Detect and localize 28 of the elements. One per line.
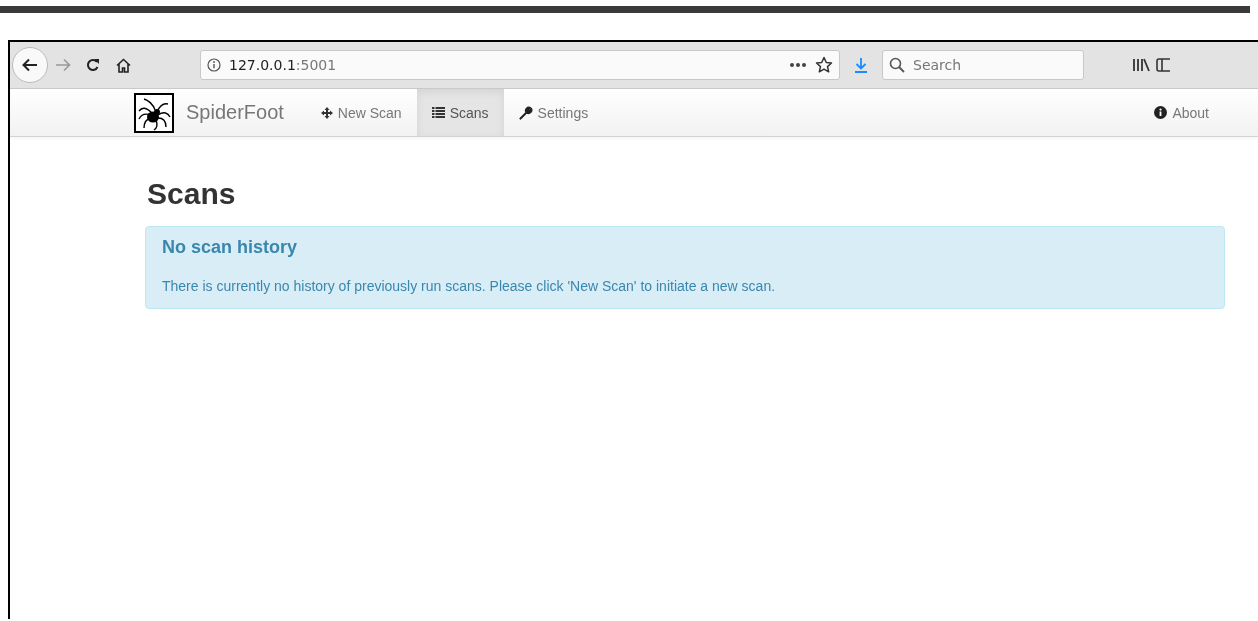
list-icon (431, 107, 445, 118)
brand-name[interactable]: SpiderFoot (186, 101, 284, 124)
nav-tab[interactable]: New Scan (305, 89, 417, 136)
library-icon[interactable] (1132, 58, 1150, 72)
sidebar-icon[interactable] (1156, 58, 1170, 72)
back-icon (22, 58, 38, 72)
alert-heading: No scan history (162, 237, 299, 258)
home-icon[interactable] (115, 57, 131, 73)
star-icon[interactable] (815, 56, 833, 74)
back-button[interactable] (12, 47, 48, 83)
alert-message: There is currently no history of previously run scans. Please click 'New Scan' to initiate a new scan. (162, 278, 777, 294)
url-port: :5001 (295, 57, 337, 73)
more-icon[interactable] (789, 62, 807, 68)
spider-logo[interactable] (134, 92, 174, 133)
search-icon (889, 57, 905, 73)
search-field[interactable]: Search (911, 56, 1075, 74)
address-bar[interactable]: 127.0.0.1:5001 (200, 50, 840, 80)
download-icon[interactable] (854, 57, 868, 73)
url-host: 127.0.0.1 (229, 57, 296, 73)
page-title: Scans (147, 176, 237, 212)
reload-icon[interactable] (86, 58, 100, 72)
info-icon (207, 58, 221, 72)
nav-tab[interactable]: About (1139, 89, 1224, 136)
info-icon (1154, 106, 1168, 119)
nav-tab[interactable]: Scans (416, 89, 504, 136)
nav-tab[interactable]: Settings (503, 89, 604, 136)
move-icon (320, 106, 333, 119)
search-box[interactable]: Search (882, 50, 1084, 80)
